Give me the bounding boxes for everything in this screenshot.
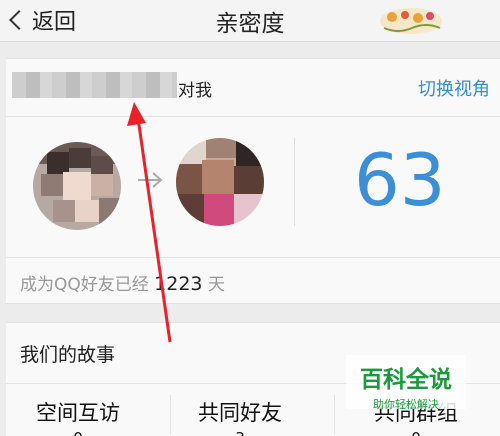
stat-label: 共同好友 (198, 401, 282, 425)
avatar-friend[interactable] (176, 138, 264, 226)
card-divider (6, 257, 500, 258)
stat-divider (334, 395, 335, 435)
friends-unit: 天 (207, 275, 225, 295)
stat-common-friends[interactable]: 共同好友 3 (170, 397, 310, 436)
decorative-stamp-icon (380, 8, 442, 34)
relation-suffix: 对我 (178, 81, 212, 101)
stat-value: 0 (346, 429, 486, 436)
stat-value: 3 (170, 429, 310, 436)
stat-value: 0 (8, 429, 148, 436)
annotation-arrow-icon (127, 102, 172, 343)
intimacy-score: 63 (354, 138, 446, 222)
switch-view-link[interactable]: 切换视角 (418, 75, 490, 101)
stat-label: 空间互访 (36, 401, 120, 425)
intimacy-card-header: 对我 切换视角 (6, 59, 500, 117)
avatar-self[interactable] (33, 142, 121, 230)
watermark-title: 百科全说 (360, 367, 452, 393)
blurred-username (12, 72, 177, 98)
story-title: 我们的故事 (20, 344, 116, 366)
watermark-logo: 百科全说 助你轻松解决 (346, 355, 466, 411)
top-bar: 返回 亲密度 (0, 0, 500, 42)
stat-zone-visits[interactable]: 空间互访 0 (8, 397, 148, 436)
vertical-divider (294, 138, 295, 226)
watermark-subtitle: 助你轻松解决 (373, 398, 439, 411)
